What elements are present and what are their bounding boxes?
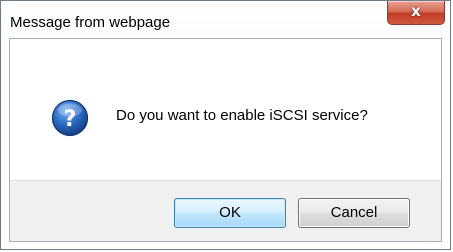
close-button[interactable]: x <box>387 1 445 25</box>
close-icon: x <box>411 2 421 20</box>
button-bar: OK Cancel <box>10 180 441 241</box>
dialog-titlebar[interactable]: Message from webpage x <box>1 1 450 37</box>
cancel-button[interactable]: Cancel <box>298 198 410 228</box>
ok-button[interactable]: OK <box>174 198 286 228</box>
dialog-body: ? Do you want to enable iSCSI service? O… <box>9 38 442 242</box>
question-icon: ? <box>51 99 89 137</box>
svg-text:?: ? <box>64 107 77 132</box>
dialog-title: Message from webpage <box>10 14 171 31</box>
message-area: ? Do you want to enable iSCSI service? <box>10 39 441 180</box>
dialog-message: Do you want to enable iSCSI service? <box>116 107 368 124</box>
alert-dialog: Message from webpage x ? Do you want to … <box>0 0 451 250</box>
